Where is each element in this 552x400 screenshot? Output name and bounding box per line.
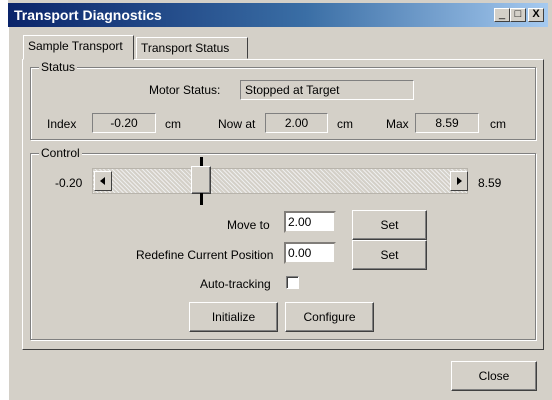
window-title: Transport Diagnostics: [14, 7, 162, 23]
auto-tracking-checkbox[interactable]: [286, 276, 299, 289]
now-at-unit: cm: [337, 117, 353, 131]
now-at-label: Now at: [218, 117, 256, 131]
slider-left-arrow-button[interactable]: [94, 171, 112, 191]
slider-thumb[interactable]: [191, 166, 211, 194]
title-bar[interactable]: Transport Diagnostics _ □ X: [8, 3, 548, 27]
redefine-position-label: Redefine Current Position: [136, 248, 274, 262]
close-button[interactable]: Close: [451, 361, 537, 391]
index-label: Index: [47, 117, 77, 131]
max-unit: cm: [490, 117, 506, 131]
tab-label: Transport Status: [141, 41, 230, 55]
arrow-left-icon: [100, 177, 105, 185]
now-at-value: 2.00: [265, 113, 328, 133]
move-to-input[interactable]: 2.00: [284, 211, 336, 233]
move-to-label: Move to: [227, 218, 270, 232]
slider-min-label: -0.20: [55, 176, 83, 190]
close-window-button[interactable]: X: [528, 8, 544, 22]
status-group-label: Status: [39, 60, 78, 74]
motor-status-label: Motor Status:: [149, 83, 221, 97]
tab-label: Sample Transport: [28, 39, 123, 53]
redefine-set-button[interactable]: Set: [352, 240, 427, 270]
redefine-position-input-value: 0.00: [288, 246, 312, 260]
minimize-button[interactable]: _: [494, 8, 510, 22]
transport-diagnostics-window: Transport Diagnostics _ □ X Sample Trans…: [0, 0, 552, 400]
motor-status-value: Stopped at Target: [240, 80, 414, 100]
move-to-input-value: 2.00: [288, 215, 312, 229]
window-left-edge: [0, 0, 8, 400]
max-value: 8.59: [415, 113, 479, 133]
initialize-button[interactable]: Initialize: [189, 302, 278, 332]
maximize-button[interactable]: □: [510, 8, 526, 22]
configure-button[interactable]: Configure: [285, 302, 374, 332]
move-to-set-button[interactable]: Set: [352, 210, 427, 240]
control-group-label: Control: [39, 146, 82, 160]
slider-max-label: 8.59: [478, 176, 502, 190]
index-value: -0.20: [92, 113, 156, 133]
position-slider-track[interactable]: [92, 168, 468, 194]
max-label: Max: [386, 117, 409, 131]
redefine-position-input[interactable]: 0.00: [284, 242, 336, 264]
arrow-right-icon: [457, 177, 462, 185]
index-unit: cm: [165, 117, 181, 131]
slider-tick-bottom: [200, 193, 203, 205]
tab-transport-status[interactable]: Transport Status: [136, 37, 248, 59]
slider-right-arrow-button[interactable]: [450, 171, 468, 191]
auto-tracking-label: Auto-tracking: [200, 277, 271, 291]
tab-sample-transport[interactable]: Sample Transport: [23, 35, 134, 60]
